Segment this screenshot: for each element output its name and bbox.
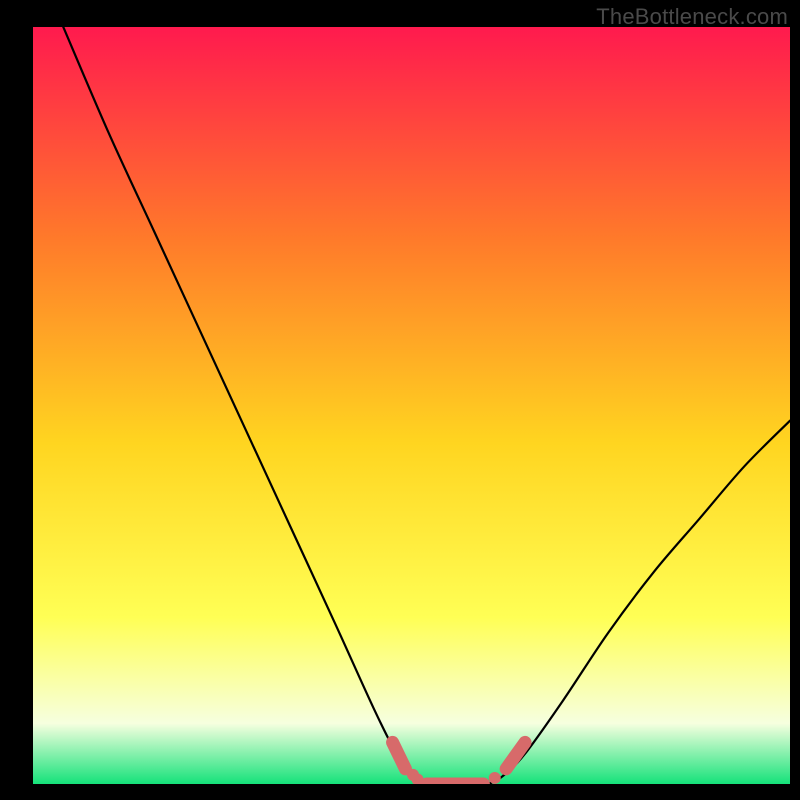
watermark-text: TheBottleneck.com (596, 4, 788, 30)
pink-dot-3 (489, 772, 501, 784)
chart-svg (33, 27, 790, 784)
chart-stage: TheBottleneck.com (0, 0, 800, 800)
gradient-background (33, 27, 790, 784)
plot-area (33, 27, 790, 784)
